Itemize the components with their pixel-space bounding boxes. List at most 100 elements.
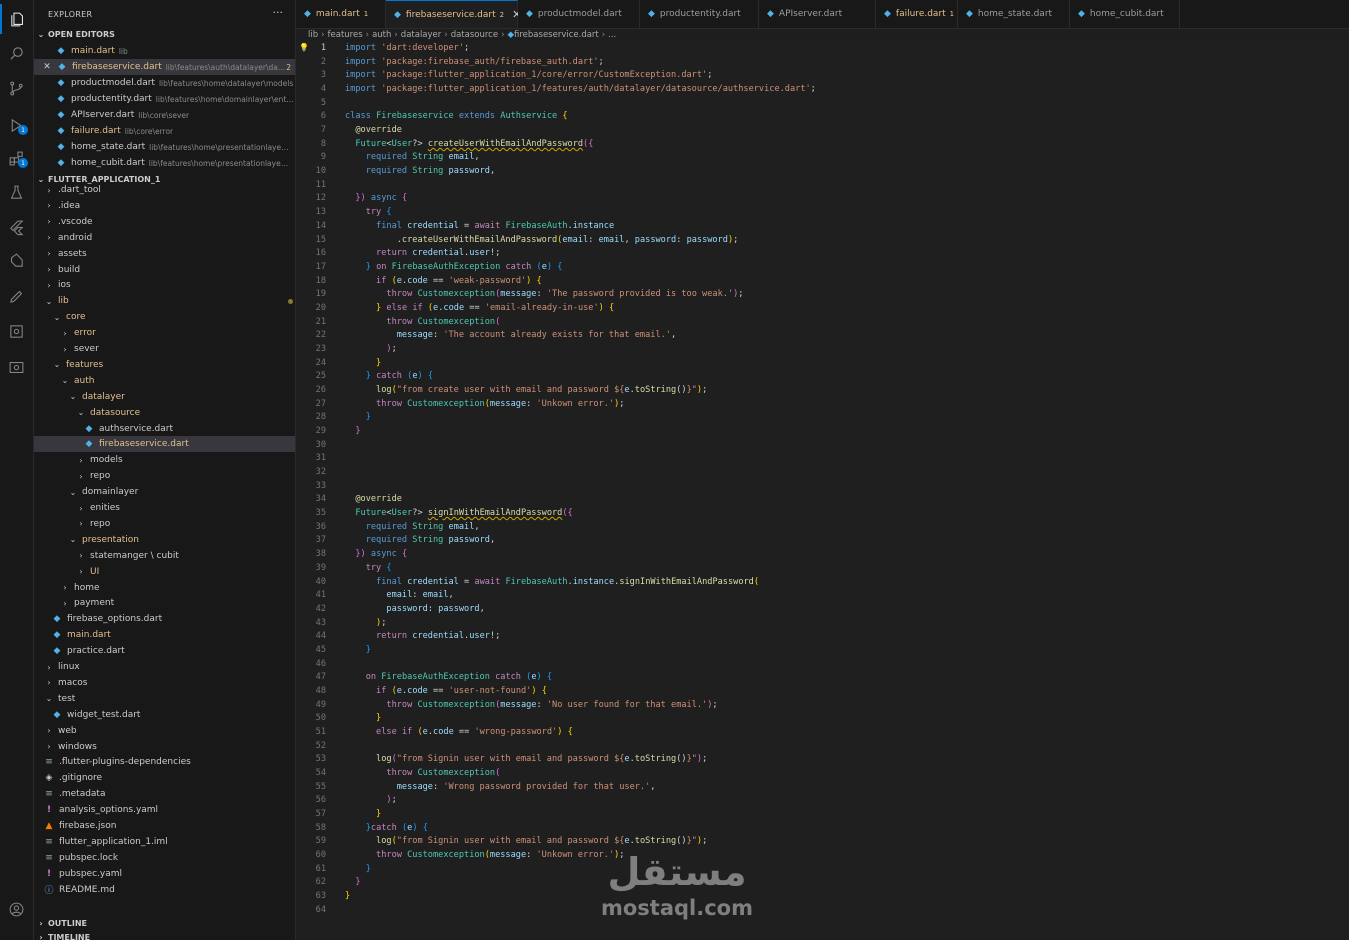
open-editor-item[interactable]: ◆ APIserver.dart lib\core\sever — [34, 107, 295, 123]
code-line[interactable]: import 'package:firebase_auth/firebase_a… — [345, 57, 604, 67]
tab-main-dart[interactable]: ◆ main.dart 1 — [296, 0, 386, 28]
code-line[interactable]: throw Customexception(message: 'No user … — [345, 700, 717, 710]
source-control-icon[interactable] — [0, 73, 33, 103]
code-line[interactable]: ); — [345, 618, 386, 628]
code-line[interactable]: final credential = await FirebaseAuth.in… — [345, 577, 759, 587]
tab-home_cubit-dart[interactable]: ◆ home_cubit.dart — [1070, 0, 1180, 28]
code-line[interactable]: } — [345, 645, 371, 655]
code-line[interactable]: if (e.code == 'user-not-found') { — [345, 686, 547, 696]
code-line[interactable]: log("from Signin user with email and pas… — [345, 836, 707, 846]
tree-item[interactable]: ⌄ lib — [34, 293, 295, 309]
tree-item[interactable]: › macos — [34, 675, 295, 691]
breadcrumb-item[interactable]: auth — [372, 30, 391, 40]
tree-item[interactable]: › home — [34, 580, 295, 596]
code-line[interactable]: } — [345, 877, 360, 887]
tree-item[interactable]: ⓘ README.md — [34, 882, 295, 898]
open-editor-item[interactable]: ◆failure.dartlib\core\error1 — [34, 123, 295, 139]
testing-icon[interactable] — [0, 177, 33, 207]
tree-item[interactable]: › .vscode — [34, 214, 295, 230]
breadcrumb-item[interactable]: features — [328, 30, 363, 40]
tree-item[interactable]: ⌄ domainlayer — [34, 484, 295, 500]
tree-item[interactable]: ◆main.dart1 — [34, 627, 295, 643]
code-line[interactable]: required String password, — [345, 166, 495, 176]
preview-icon[interactable] — [0, 352, 33, 382]
code-line[interactable]: throw Customexception(message: 'The pass… — [345, 289, 743, 299]
code-line[interactable]: } — [345, 358, 381, 368]
tree-item[interactable]: › build — [34, 262, 295, 278]
code-line[interactable]: } — [345, 713, 381, 723]
code-editor[interactable]: 💡 1 import 'dart:developer'; 2 import 'packa… — [296, 42, 1349, 940]
breadcrumb-item[interactable]: ... — [608, 30, 616, 40]
tree-item[interactable]: › assets — [34, 246, 295, 262]
tree-item[interactable]: ◈ .gitignore — [34, 770, 295, 786]
pen-icon[interactable] — [0, 281, 33, 311]
code-line[interactable]: try { — [345, 563, 392, 573]
tree-item[interactable]: ◆ practice.dart — [34, 643, 295, 659]
timeline-section[interactable]: › TIMELINE — [34, 930, 295, 940]
code-line[interactable]: try { — [345, 207, 392, 217]
code-line[interactable]: @override — [345, 494, 402, 504]
tree-item[interactable]: › sever — [34, 341, 295, 357]
tab-productentity-dart[interactable]: ◆ productentity.dart — [640, 0, 759, 28]
code-line[interactable]: import 'package:flutter_application_1/co… — [345, 70, 712, 80]
tree-item[interactable]: ⌄ datalayer — [34, 389, 295, 405]
flutter-icon[interactable] — [0, 212, 33, 242]
code-line[interactable]: } — [345, 891, 350, 901]
tab-failure-dart[interactable]: ◆ failure.dart 1 — [876, 0, 958, 28]
tree-item[interactable]: › .dart_tool — [34, 182, 295, 198]
code-line[interactable]: throw Customexception(message: 'Unkown e… — [345, 399, 624, 409]
tab-productmodel-dart[interactable]: ◆ productmodel.dart — [518, 0, 640, 28]
code-line[interactable]: class Firebaseservice extends Authservic… — [345, 111, 568, 121]
tree-item[interactable]: › repo — [34, 516, 295, 532]
tree-item[interactable]: ⌄ features — [34, 357, 295, 373]
code-line[interactable]: @override — [345, 125, 402, 135]
breadcrumb-item[interactable]: datasource — [451, 30, 498, 40]
explorer-icon[interactable] — [0, 4, 33, 34]
code-line[interactable]: throw Customexception( — [345, 768, 500, 778]
code-line[interactable]: email: email, — [345, 590, 453, 600]
tree-item[interactable]: ⌄ test — [34, 691, 295, 707]
tree-item[interactable]: ⌄ datasource — [34, 405, 295, 421]
code-line[interactable]: } — [345, 412, 371, 422]
tree-item[interactable]: › web — [34, 723, 295, 739]
code-line[interactable]: return credential.user!; — [345, 248, 500, 258]
code-line[interactable]: return credential.user!; — [345, 631, 500, 641]
code-line[interactable]: Future<User?> signInWithEmailAndPassword… — [345, 508, 572, 518]
code-line[interactable]: Future<User?> createUserWithEmailAndPass… — [345, 139, 593, 149]
tree-item[interactable]: ◆firebaseservice.dart2 — [34, 436, 295, 453]
tree-item[interactable]: › error — [34, 325, 295, 341]
tree-item[interactable]: ≡ .flutter-plugins-dependencies — [34, 754, 295, 770]
code-line[interactable]: } catch (e) { — [345, 371, 433, 381]
tree-item[interactable]: ≡ .metadata — [34, 786, 295, 802]
breadcrumb-item[interactable]: firebaseservice.dart — [514, 30, 599, 40]
tree-item[interactable]: ⌄ presentation — [34, 532, 295, 548]
code-line[interactable]: } — [345, 864, 371, 874]
tree-item[interactable]: › repo — [34, 468, 295, 484]
code-line[interactable]: throw Customexception( — [345, 317, 500, 327]
code-line[interactable]: }catch (e) { — [345, 823, 428, 833]
tree-item[interactable]: ◆ firebase_options.dart — [34, 611, 295, 627]
tree-item[interactable]: ≡ flutter_application_1.iml — [34, 834, 295, 850]
tree-item[interactable]: ◆ widget_test.dart — [34, 707, 295, 723]
more-actions-icon[interactable]: ··· — [273, 6, 284, 19]
tree-item[interactable]: › models — [34, 452, 295, 468]
code-line[interactable]: } else if (e.code == 'email-already-in-u… — [345, 303, 614, 313]
open-editor-item[interactable]: ✕ ◆ firebaseservice.dart lib\features\auth\… — [34, 59, 295, 75]
close-icon[interactable]: ✕ — [42, 62, 52, 72]
code-line[interactable]: if (e.code == 'weak-password') { — [345, 276, 542, 286]
tree-item[interactable]: › linux — [34, 659, 295, 675]
tree-item[interactable]: ⌄ core — [34, 309, 295, 325]
open-editor-item[interactable]: ◆ productentity.dart lib\features\home\dom… — [34, 91, 295, 107]
code-line[interactable]: log("from Signin user with email and pas… — [345, 754, 707, 764]
code-line[interactable]: ); — [345, 795, 396, 805]
code-line[interactable]: throw Customexception(message: 'Unkown e… — [345, 850, 624, 860]
code-line[interactable]: required String password, — [345, 535, 495, 545]
tab-apiserver-dart[interactable]: ◆ APIserver.dart — [759, 0, 876, 28]
tab-home_state-dart[interactable]: ◆ home_state.dart — [958, 0, 1070, 28]
open-editor-item[interactable]: ◆ home_state.dart lib\features\home\presen… — [34, 139, 295, 155]
code-line[interactable]: message: 'The account already exists for… — [345, 330, 676, 340]
open-editor-item[interactable]: ◆ home_cubit.dart lib\features\home\presen… — [34, 155, 295, 171]
breadcrumb-item[interactable]: lib — [308, 30, 318, 40]
code-line[interactable]: password: password, — [345, 604, 484, 614]
outline-section[interactable]: › OUTLINE — [34, 916, 295, 930]
